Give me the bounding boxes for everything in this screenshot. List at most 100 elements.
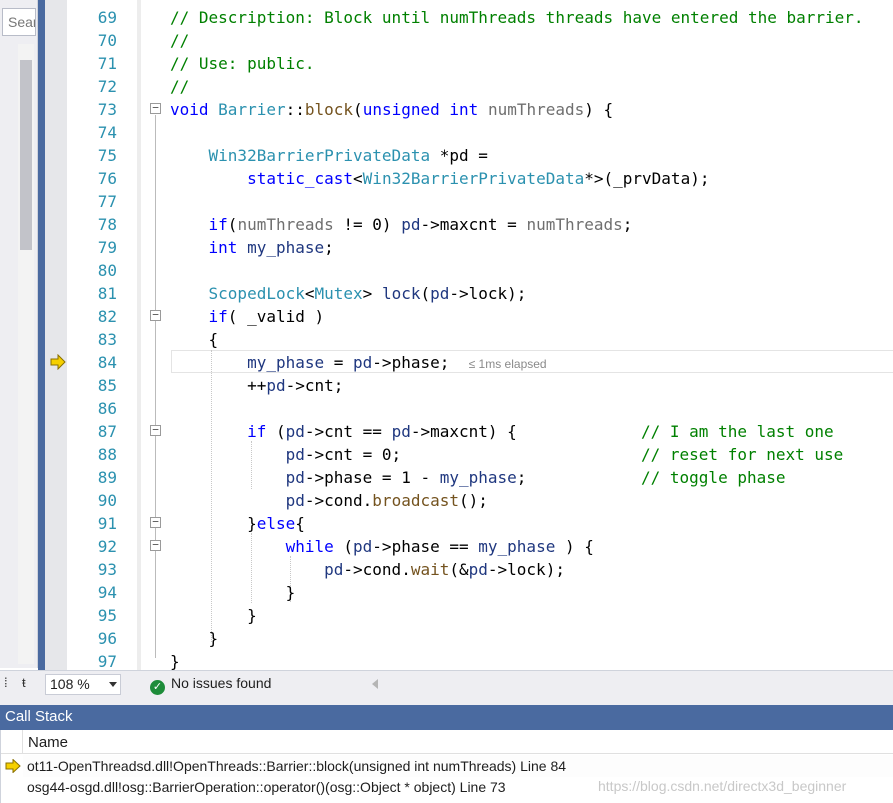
line-number: 89 bbox=[97, 468, 117, 487]
keyword: int bbox=[208, 238, 238, 257]
line-number: 76 bbox=[97, 169, 117, 188]
call-stack-row[interactable]: osg44-osgd.dll!osg::BarrierOperation::op… bbox=[27, 777, 506, 798]
line-number: 75 bbox=[97, 146, 117, 165]
variable: pd bbox=[468, 560, 488, 579]
code-editor[interactable]: // Description: Block until numThreads t… bbox=[167, 0, 893, 670]
header-gutter bbox=[1, 730, 23, 754]
line-number: 87 bbox=[97, 422, 117, 441]
function-name: block bbox=[304, 100, 354, 119]
code-text: *pd = bbox=[430, 146, 488, 165]
code-text: = bbox=[324, 353, 354, 372]
variable: pd bbox=[353, 353, 373, 372]
punct: ; bbox=[324, 238, 334, 257]
collapse-toggle[interactable]: − bbox=[150, 539, 161, 551]
punct: (); bbox=[459, 491, 488, 510]
keyword: unsigned bbox=[362, 100, 440, 119]
punct: (& bbox=[449, 560, 469, 579]
watermark: https://blog.csdn.net/directx3d_beginner bbox=[598, 778, 847, 794]
code-text: ( _valid ) bbox=[227, 307, 325, 326]
code-line-88: pd->cnt = 0; bbox=[170, 443, 402, 466]
line-number: 80 bbox=[97, 261, 117, 280]
code-text: ->lock); bbox=[449, 284, 527, 303]
zoom-dropdown[interactable]: 108 % bbox=[45, 674, 121, 695]
variable: my_phase bbox=[237, 238, 325, 257]
line-number-margin: 69 70 71 72 73 74 75 76 77 78 79 80 81 8… bbox=[67, 0, 137, 671]
code-line-91: }else{ bbox=[170, 512, 305, 535]
parameter: numThreads bbox=[526, 215, 623, 234]
code-line-69: // Description: Block until numThreads t… bbox=[170, 8, 864, 27]
code-text: ->cond. bbox=[343, 560, 411, 579]
perf-tip[interactable]: ≤ 1ms elapsed bbox=[469, 357, 547, 371]
line-number: 77 bbox=[97, 192, 117, 211]
punct: ( bbox=[227, 215, 238, 234]
code-line-78: if(numThreads != 0) pd->maxcnt = numThre… bbox=[170, 213, 633, 236]
keyword: else bbox=[256, 514, 296, 533]
code-line-82: if( _valid ) bbox=[170, 305, 325, 328]
check-circle-icon: ✓ bbox=[150, 680, 165, 695]
line-number: 72 bbox=[97, 77, 117, 96]
function-name: broadcast bbox=[372, 491, 459, 510]
line-number: 91 bbox=[97, 514, 117, 533]
collapse-toggle[interactable]: − bbox=[150, 309, 161, 321]
variable: pd bbox=[324, 560, 344, 579]
call-stack-title-bar[interactable]: Call Stack bbox=[0, 705, 893, 730]
keyword: static_cast bbox=[247, 169, 354, 188]
navigation-icon[interactable]: ŧ bbox=[22, 675, 36, 693]
search-input[interactable]: Sear bbox=[2, 8, 36, 36]
function-name: wait bbox=[410, 560, 450, 579]
call-stack-row[interactable]: ot11-OpenThreadsd.dll!OpenThreads::Barri… bbox=[27, 756, 566, 777]
collapse-toggle[interactable]: − bbox=[150, 516, 161, 528]
variable: pd bbox=[285, 468, 305, 487]
code-text: ->maxcnt) { bbox=[410, 422, 517, 441]
line-number: 74 bbox=[97, 123, 117, 142]
code-comment: // I am the last one bbox=[641, 422, 834, 441]
type-name: Win32BarrierPrivateData bbox=[208, 146, 431, 165]
variable: pd bbox=[353, 537, 373, 556]
punct: { bbox=[295, 514, 305, 533]
code-line-89: pd->phase = 1 - my_phase; bbox=[170, 466, 527, 489]
line-number: 83 bbox=[97, 330, 117, 349]
code-line-95: } bbox=[170, 604, 257, 627]
current-frame-arrow-icon bbox=[5, 759, 21, 773]
outlining-margin: − − − − − bbox=[141, 0, 167, 670]
issues-text: No issues found bbox=[171, 675, 272, 691]
line-number: 85 bbox=[97, 376, 117, 395]
call-stack-title: Call Stack bbox=[5, 708, 73, 725]
line-number: 69 bbox=[97, 8, 117, 27]
line-number: 81 bbox=[97, 284, 117, 303]
variable: pd bbox=[285, 422, 305, 441]
type-name: Barrier bbox=[218, 100, 286, 119]
column-header-name[interactable]: Name bbox=[28, 734, 68, 751]
left-scrollbar-thumb[interactable] bbox=[20, 60, 32, 250]
collapse-toggle[interactable]: − bbox=[150, 424, 161, 436]
line-number: 70 bbox=[97, 31, 117, 50]
current-statement-arrow-icon bbox=[50, 354, 66, 370]
scroll-left-arrow-icon[interactable] bbox=[372, 679, 378, 689]
editor-status-bar: ⁞ ŧ 108 % ✓ No issues found bbox=[0, 670, 893, 697]
punct: ( bbox=[420, 284, 431, 303]
punct: } bbox=[208, 629, 219, 648]
punct: } bbox=[247, 606, 257, 625]
line-number: 95 bbox=[97, 606, 117, 625]
punct: ( bbox=[266, 422, 286, 441]
punct: ; bbox=[622, 215, 633, 234]
code-line-75: Win32BarrierPrivateData *pd = bbox=[170, 144, 488, 167]
variable: pd bbox=[401, 215, 421, 234]
code-line-72: // bbox=[170, 77, 190, 96]
code-line-85: ++pd->cnt; bbox=[170, 374, 343, 397]
line-number: 90 bbox=[97, 491, 117, 510]
code-text: ->cnt; bbox=[285, 376, 344, 395]
panel-splitter[interactable] bbox=[38, 0, 45, 697]
collapse-toggle[interactable]: − bbox=[150, 102, 161, 114]
split-icon[interactable]: ⁞ bbox=[4, 675, 16, 693]
breakpoint-gutter[interactable] bbox=[45, 0, 67, 670]
issues-indicator[interactable]: ✓ No issues found bbox=[150, 675, 271, 695]
code-text: ->phase == bbox=[372, 537, 479, 556]
variable: my_phase bbox=[478, 537, 556, 556]
outline-bar bbox=[155, 115, 156, 658]
code-line-93: pd->cond.wait(&pd->lock); bbox=[170, 558, 565, 581]
code-line-87: if (pd->cnt == pd->maxcnt) { bbox=[170, 420, 517, 443]
left-scrollbar[interactable] bbox=[18, 44, 34, 664]
variable: pd bbox=[285, 445, 305, 464]
code-line-84: my_phase = pd->phase; ≤ 1ms elapsed bbox=[170, 351, 547, 374]
